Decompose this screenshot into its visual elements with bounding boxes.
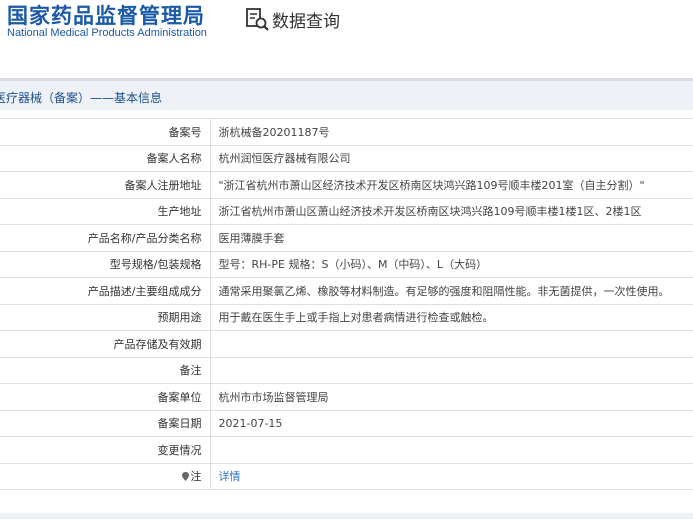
field-value: 浙江省杭州市萧山区萧山经济技术开发区桥南区块鸿兴路109号顺丰楼1楼1区、2楼1…: [210, 198, 693, 225]
field-label: 产品名称/产品分类名称: [0, 224, 211, 252]
field-label: 生产地址: [0, 198, 211, 225]
table-row: 备案单位 杭州市市场监督管理局: [0, 383, 693, 411]
field-value: 通常采用聚氯乙烯、橡胶等材料制造。有足够的强度和阻隔性能。非无菌提供，一次性使用…: [210, 277, 693, 305]
details-link[interactable]: 详情: [210, 463, 693, 490]
field-label: 备注: [0, 357, 211, 384]
location-pin-icon: [181, 472, 189, 482]
table-row: 变更情况: [0, 436, 693, 464]
field-label: 预期用途: [0, 304, 211, 331]
field-value: [210, 330, 693, 358]
record-detail-table: 备案号 浙杭械备20201187号 备案人名称 杭州润恒医疗器械有限公司 备案人…: [0, 118, 693, 490]
data-query-link[interactable]: 数据查询: [244, 5, 340, 33]
field-value: 2021-07-15: [210, 410, 693, 437]
table-row: 备案日期 2021-07-15: [0, 410, 693, 437]
field-label-note: 注: [0, 463, 211, 490]
field-label: 备案单位: [0, 383, 211, 411]
field-label: 型号规格/包装规格: [0, 251, 211, 278]
field-label: 备案日期: [0, 410, 211, 437]
table-row: 预期用途 用于戴在医生手上或手指上对患者病情进行检查或触检。: [0, 304, 693, 331]
field-value: 杭州市市场监督管理局: [210, 383, 693, 411]
field-value: 用于戴在医生手上或手指上对患者病情进行检查或触检。: [210, 304, 693, 331]
field-value: "浙江省杭州市萧山区经济技术开发区桥南区块鸿兴路109号顺丰楼201室（自主分割…: [210, 171, 693, 199]
data-query-label: 数据查询: [272, 11, 340, 32]
site-header: 国家药品监督管理局 National Medical Products Admi…: [0, 0, 693, 62]
field-value: [210, 436, 693, 464]
table-row: 备案人名称 杭州润恒医疗器械有限公司: [0, 145, 693, 172]
search-document-icon: [246, 8, 269, 31]
field-value: [210, 357, 693, 384]
field-value: 浙杭械备20201187号: [210, 118, 693, 146]
field-label: 备案人注册地址: [0, 171, 211, 199]
table-row: 产品存储及有效期: [0, 330, 693, 358]
field-label: 备案号: [0, 118, 211, 146]
field-value: 杭州润恒医疗器械有限公司: [210, 145, 693, 172]
note-label: 注: [190, 470, 202, 484]
section-title: 医疗器械（备案）——基本信息: [0, 91, 163, 105]
org-name-en[interactable]: National Medical Products Administration: [7, 27, 207, 39]
field-label: 产品存储及有效期: [0, 330, 211, 358]
table-row: 注 详情: [0, 463, 693, 490]
table-row: 生产地址 浙江省杭州市萧山区萧山经济技术开发区桥南区块鸿兴路109号顺丰楼1楼1…: [0, 198, 693, 225]
field-label: 变更情况: [0, 436, 211, 464]
bottom-divider: [0, 513, 693, 519]
field-label: 产品描述/主要组成成分: [0, 277, 211, 305]
table-row: 备案号 浙杭械备20201187号: [0, 118, 693, 146]
table-row: 备注: [0, 357, 693, 384]
section-header: 医疗器械（备案）——基本信息: [0, 78, 693, 110]
field-value: 型号：RH-PE 规格：S（小码）、M（中码）、L（大码）: [210, 251, 693, 278]
table-row: 产品名称/产品分类名称 医用薄膜手套: [0, 224, 693, 252]
table-row: 备案人注册地址 "浙江省杭州市萧山区经济技术开发区桥南区块鸿兴路109号顺丰楼2…: [0, 171, 693, 199]
table-row: 型号规格/包装规格 型号：RH-PE 规格：S（小码）、M（中码）、L（大码）: [0, 251, 693, 278]
field-label: 备案人名称: [0, 145, 211, 172]
field-value: 医用薄膜手套: [210, 224, 693, 252]
table-row: 产品描述/主要组成成分 通常采用聚氯乙烯、橡胶等材料制造。有足够的强度和阻隔性能…: [0, 277, 693, 305]
org-name-cn[interactable]: 国家药品监督管理局: [7, 0, 205, 30]
